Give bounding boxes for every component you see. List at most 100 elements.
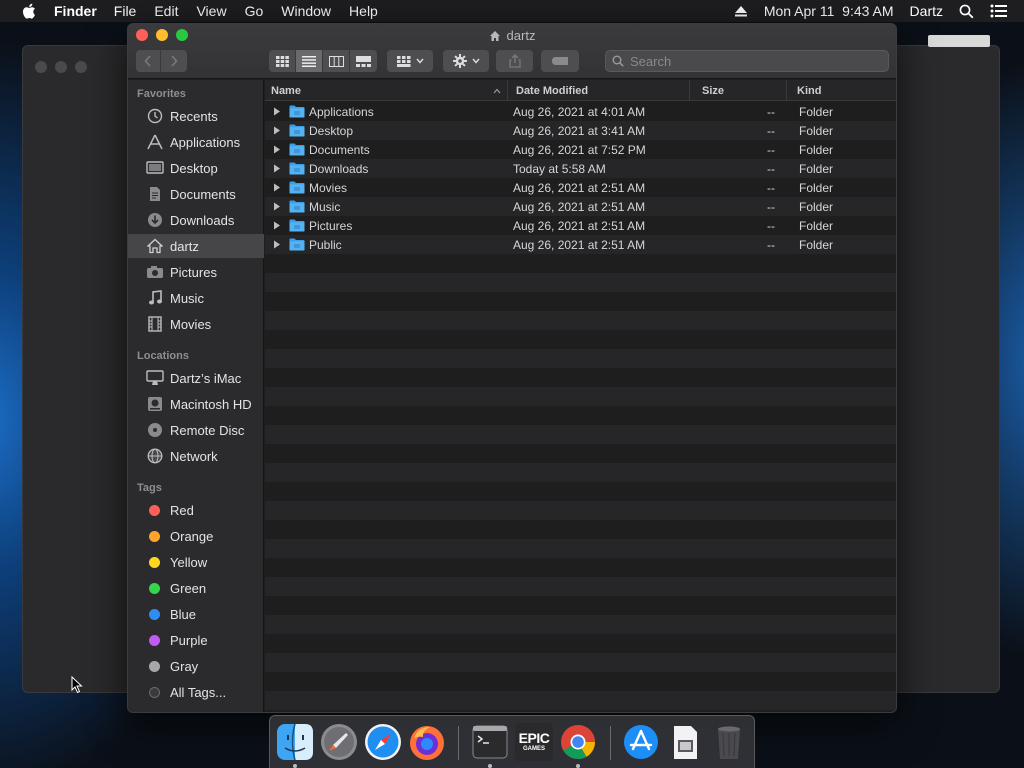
epic-logo-subtext: GAMES (522, 746, 545, 752)
eject-icon[interactable] (734, 5, 748, 17)
sidebar-item-movies[interactable]: Movies (128, 312, 264, 336)
column-view-button[interactable] (323, 50, 350, 72)
edit-tags-button[interactable] (541, 50, 579, 72)
sidebar-tag-red[interactable]: Red (128, 498, 264, 522)
sidebar-item-label: Downloads (170, 212, 235, 228)
chrome-app-icon[interactable] (559, 723, 597, 761)
search-input[interactable] (630, 53, 870, 69)
sidebar-tag-yellow[interactable]: Yellow (128, 550, 264, 574)
menu-bar: Finder File Edit View Go Window Help Mon… (0, 0, 1024, 22)
share-button[interactable] (496, 50, 533, 72)
table-row[interactable]: Pictures Aug 26, 2021 at 2:51 AM -- Folder (265, 216, 896, 235)
sidebar-item-dartz[interactable]: dartz (128, 234, 264, 258)
menu-file[interactable]: File (114, 3, 137, 19)
disclosure-triangle-icon[interactable] (273, 164, 283, 173)
menu-view[interactable]: View (196, 3, 226, 19)
file-date: Aug 26, 2021 at 2:51 AM (513, 199, 646, 214)
tag-dot-icon (149, 660, 160, 672)
forward-button[interactable] (161, 50, 187, 72)
sidebar-tag-gray[interactable]: Gray (128, 654, 264, 678)
nav-buttons (136, 50, 187, 72)
trash-app-icon[interactable] (710, 723, 748, 761)
disclosure-triangle-icon[interactable] (273, 107, 283, 116)
table-row[interactable]: Downloads Today at 5:58 AM -- Folder (265, 159, 896, 178)
sidebar-tag-purple[interactable]: Purple (128, 628, 264, 652)
list-view-button[interactable] (296, 50, 323, 72)
sidebar-item-pictures[interactable]: Pictures (128, 260, 264, 284)
menu-go[interactable]: Go (245, 3, 264, 19)
finder-app-icon[interactable] (276, 723, 314, 761)
sidebar-item-desktop[interactable]: Desktop (128, 156, 264, 180)
column-header-size[interactable]: Size (690, 80, 787, 101)
sidebar-item-recents[interactable]: Recents (128, 104, 264, 128)
sidebar-item-remote-disc[interactable]: Remote Disc (128, 418, 264, 442)
sort-chevron-up-icon (493, 88, 501, 94)
terminal-app-icon[interactable] (471, 723, 509, 761)
table-row[interactable]: Applications Aug 26, 2021 at 4:01 AM -- Fol… (265, 102, 896, 121)
table-row[interactable]: Movies Aug 26, 2021 at 2:51 AM -- Folder (265, 178, 896, 197)
action-menu-button[interactable] (443, 50, 489, 72)
background-window-controls (35, 61, 95, 73)
sidebar-tag-green[interactable]: Green (128, 576, 264, 600)
column-header-kind[interactable]: Kind (787, 80, 896, 101)
tag-dot-icon (149, 608, 160, 620)
folder-icon (289, 143, 305, 156)
menu-edit[interactable]: Edit (154, 3, 178, 19)
sidebar-item-documents[interactable]: Documents (128, 182, 264, 206)
running-indicator (488, 764, 492, 768)
file-name: Music (309, 199, 341, 214)
table-row[interactable]: Music Aug 26, 2021 at 2:51 AM -- Folder (265, 197, 896, 216)
launchpad-app-icon[interactable] (320, 723, 358, 761)
sidebar-item-music[interactable]: Music (128, 286, 264, 310)
group-by-button[interactable] (387, 50, 433, 72)
sidebar-tag-orange[interactable]: Orange (128, 524, 264, 548)
table-row[interactable]: Documents Aug 26, 2021 at 7:52 PM -- Folder (265, 140, 896, 159)
icon-view-button[interactable] (269, 50, 296, 72)
file-size: -- (767, 123, 775, 138)
tag-dot-icon (149, 530, 160, 542)
disclosure-triangle-icon[interactable] (273, 145, 283, 154)
sidebar-item-label: Gray (170, 658, 199, 674)
preview-app-icon[interactable] (666, 723, 704, 761)
disclosure-triangle-icon[interactable] (273, 221, 283, 230)
app-store-app-icon[interactable] (622, 723, 660, 761)
menu-app-name[interactable]: Finder (54, 3, 97, 19)
column-header-label: Size (702, 84, 725, 97)
sidebar-header-locations: Locations (137, 350, 189, 362)
column-header-name[interactable]: Name (265, 80, 508, 101)
gallery-view-button[interactable] (350, 50, 377, 72)
grid-icon (275, 55, 289, 67)
sidebar-tag-blue[interactable]: Blue (128, 602, 264, 626)
file-name: Documents (309, 142, 370, 157)
search-field[interactable] (605, 50, 889, 72)
disclosure-triangle-icon[interactable] (273, 240, 283, 249)
sidebar-item-label: Desktop (170, 160, 218, 176)
table-row[interactable]: Desktop Aug 26, 2021 at 3:41 AM -- Folder (265, 121, 896, 140)
disclosure-triangle-icon[interactable] (273, 202, 283, 211)
epic-games-app-icon[interactable]: EPIC GAMES (515, 723, 553, 761)
disclosure-triangle-icon[interactable] (273, 183, 283, 192)
menu-user[interactable]: Dartz (910, 3, 943, 19)
safari-app-icon[interactable] (364, 723, 402, 761)
control-center-icon[interactable] (990, 4, 1008, 18)
sidebar-item-downloads[interactable]: Downloads (128, 208, 264, 232)
sidebar-item-network[interactable]: Network (128, 444, 264, 468)
back-button[interactable] (136, 50, 161, 72)
sidebar-item-applications[interactable]: Applications (128, 130, 264, 154)
sidebar-item-imac[interactable]: Dartz’s iMac (128, 366, 264, 390)
firefox-app-icon[interactable] (408, 723, 446, 761)
sidebar-item-macintosh-hd[interactable]: Macintosh HD (128, 392, 264, 416)
chevron-down-icon (415, 58, 424, 64)
group-grid-icon (396, 55, 410, 67)
apple-icon[interactable] (20, 3, 40, 19)
sidebar-all-tags[interactable]: All Tags... (128, 680, 264, 704)
empty-row (265, 577, 896, 596)
empty-row (265, 406, 896, 425)
disclosure-triangle-icon[interactable] (273, 126, 283, 135)
spotlight-search-icon[interactable] (959, 4, 974, 19)
table-row[interactable]: Public Aug 26, 2021 at 2:51 AM -- Folder (265, 235, 896, 254)
menu-window[interactable]: Window (281, 3, 331, 19)
menu-help[interactable]: Help (349, 3, 378, 19)
menu-clock[interactable]: Mon Apr 11 9:43 AM (764, 3, 894, 19)
column-header-date[interactable]: Date Modified (508, 80, 690, 101)
